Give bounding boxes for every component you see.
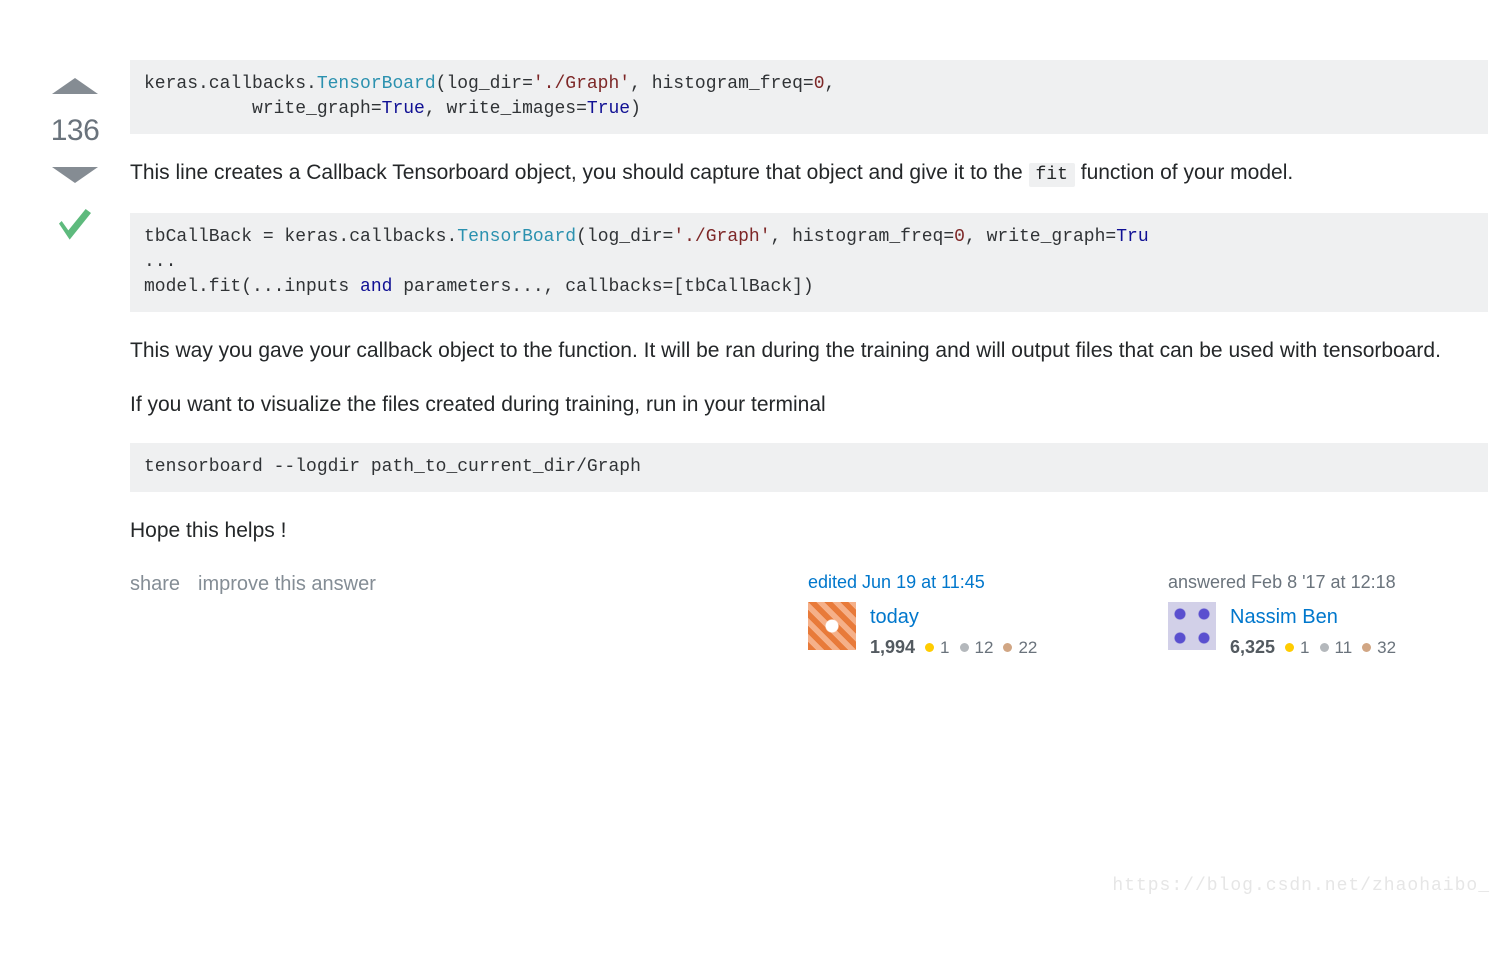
inline-code-fit: fit [1029,163,1075,187]
author-avatar[interactable] [1168,602,1216,650]
gold-badge-icon [1285,643,1294,652]
editor-avatar[interactable] [808,602,856,650]
user-cards: edited Jun 19 at 11:45 today 1,994 1 12 … [808,569,1488,661]
editor-card: edited Jun 19 at 11:45 today 1,994 1 12 … [808,569,1128,661]
paragraph-1: This line creates a Callback Tensorboard… [130,158,1488,188]
share-link[interactable]: share [130,569,180,599]
answer-content: keras.callbacks.TensorBoard(log_dir='./G… [130,60,1488,661]
bronze-badge-icon [1362,643,1371,652]
downvote-button[interactable] [52,167,98,183]
answer-container: 136 keras.callbacks.TensorBoard(log_dir=… [0,60,1508,661]
code-block-3: tensorboard --logdir path_to_current_dir… [130,443,1488,492]
post-actions: share improve this answer [130,569,376,599]
answered-time: answered Feb 8 '17 at 12:18 [1168,569,1488,596]
improve-answer-link[interactable]: improve this answer [198,569,376,599]
upvote-button[interactable] [52,78,98,94]
code-block-1: keras.callbacks.TensorBoard(log_dir='./G… [130,60,1488,134]
paragraph-3: If you want to visualize the files creat… [130,390,1488,419]
edited-time: edited Jun 19 at 11:45 [808,569,1128,596]
code-block-2: tbCallBack = keras.callbacks.TensorBoard… [130,213,1488,313]
paragraph-2: This way you gave your callback object t… [130,336,1488,365]
vote-column: 136 [20,60,130,661]
watermark: https://blog.csdn.net/zhaohaibo_ [1112,873,1490,900]
vote-count: 136 [51,108,100,153]
gold-badge-icon [925,643,934,652]
silver-badge-icon [1320,643,1329,652]
bronze-badge-icon [1003,643,1012,652]
accepted-checkmark-icon [51,205,99,253]
editor-user-link[interactable]: today [870,602,1041,632]
post-menu: share improve this answer edited Jun 19 … [130,569,1488,661]
paragraph-4: Hope this helps ! [130,516,1488,545]
author-reputation: 6,325 1 11 32 [1230,634,1400,661]
editor-reputation: 1,994 1 12 22 [870,634,1041,661]
author-card: answered Feb 8 '17 at 12:18 Nassim Ben 6… [1168,569,1488,661]
edited-link[interactable]: edited Jun 19 at 11:45 [808,572,985,592]
silver-badge-icon [960,643,969,652]
author-user-link[interactable]: Nassim Ben [1230,602,1400,632]
